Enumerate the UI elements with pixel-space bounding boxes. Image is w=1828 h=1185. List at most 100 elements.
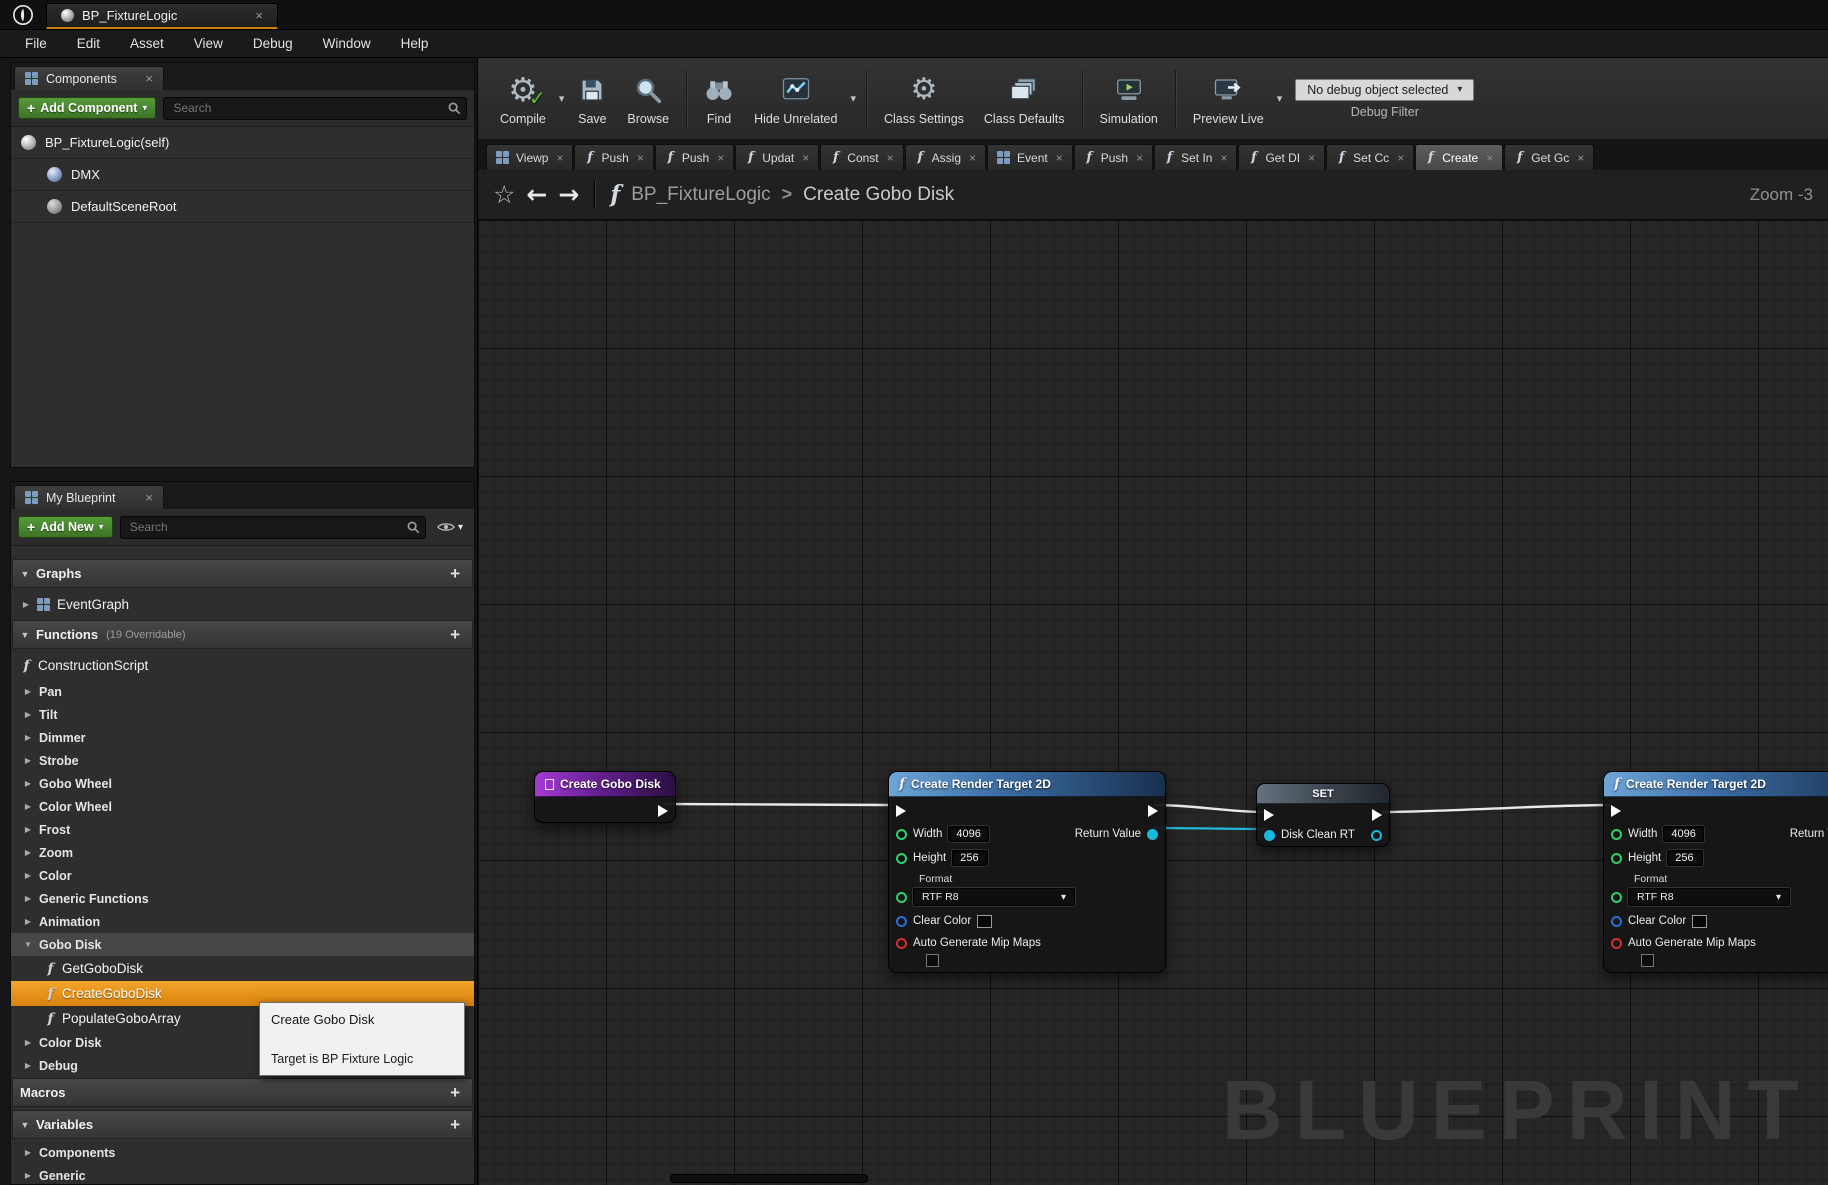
section-variables[interactable]: ▼ Variables + <box>12 1110 473 1139</box>
add-macro-icon[interactable]: + <box>445 1084 465 1101</box>
close-icon[interactable]: × <box>802 151 809 165</box>
preview-live-button[interactable]: Preview Live <box>1183 67 1274 131</box>
menu-window[interactable]: Window <box>308 30 386 57</box>
graph-tab-viewport[interactable]: Viewp × <box>486 144 573 170</box>
graph-tab-push-3[interactable]: fPush× <box>1074 144 1153 170</box>
category-tilt[interactable]: ▶Tilt <box>11 703 474 726</box>
tree-item-defaultsceneroot[interactable]: DefaultSceneRoot <box>11 191 474 223</box>
horizontal-scrollbar[interactable] <box>670 1174 868 1183</box>
category-color-wheel[interactable]: ▶Color Wheel <box>11 795 474 818</box>
category-frost[interactable]: ▶Frost <box>11 818 474 841</box>
add-variable-icon[interactable]: + <box>445 1116 465 1133</box>
section-functions[interactable]: ▼ Functions (19 Overridable) + <box>12 620 473 649</box>
exec-pin-out[interactable] <box>1148 805 1158 817</box>
graph-tab-event[interactable]: Event × <box>987 144 1073 170</box>
category-gobo-wheel[interactable]: ▶Gobo Wheel <box>11 772 474 795</box>
pin-height[interactable] <box>1611 853 1622 864</box>
forward-arrow-icon[interactable]: → <box>558 182 579 207</box>
graph-tab-get-di[interactable]: fGet DI× <box>1238 144 1325 170</box>
width-value-input[interactable]: 4096 <box>948 826 988 842</box>
close-icon[interactable]: × <box>1308 151 1315 165</box>
section-graphs[interactable]: ▼ Graphs + <box>12 559 473 588</box>
menu-edit[interactable]: Edit <box>62 30 115 57</box>
clear-color-swatch[interactable] <box>977 915 992 928</box>
expand-arrow-icon[interactable]: ▶ <box>21 600 31 609</box>
blueprint-graph-canvas[interactable]: Create Gobo Disk f Create Render Target … <box>478 220 1828 1185</box>
back-arrow-icon[interactable]: ← <box>526 182 547 207</box>
menu-view[interactable]: View <box>179 30 238 57</box>
pin-auto-generate-mip-maps[interactable] <box>1611 938 1622 949</box>
item-eventgraph[interactable]: ▶ EventGraph <box>11 590 474 619</box>
components-search-input[interactable] <box>163 97 467 120</box>
close-icon[interactable]: × <box>887 151 894 165</box>
add-function-icon[interactable]: + <box>445 626 465 643</box>
pin-return-value[interactable] <box>1147 829 1158 840</box>
graph-tab-get-g[interactable]: fGet Gc× <box>1504 144 1594 170</box>
category-strobe[interactable]: ▶Strobe <box>11 749 474 772</box>
find-button[interactable]: Find <box>694 67 744 131</box>
close-icon[interactable]: × <box>1136 151 1143 165</box>
graph-tab-set-cc[interactable]: fSet Cc× <box>1326 144 1414 170</box>
close-icon[interactable]: × <box>255 8 263 23</box>
tab-my-blueprint[interactable]: My Blueprint × <box>14 485 164 509</box>
close-icon[interactable]: × <box>1486 151 1493 165</box>
node-header[interactable]: SET <box>1257 784 1389 804</box>
hide-unrelated-options-dropdown[interactable]: ▾ <box>847 92 859 105</box>
add-graph-icon[interactable]: + <box>445 565 465 582</box>
preview-live-options-dropdown[interactable]: ▾ <box>1274 92 1286 105</box>
node-create-render-target-2d-2[interactable]: f Create Render Target 2D Width 4096 Ret… <box>1603 771 1828 973</box>
category-dimmer[interactable]: ▶Dimmer <box>11 726 474 749</box>
graph-tab-construct[interactable]: fConst× <box>820 144 903 170</box>
close-icon[interactable]: × <box>1577 151 1584 165</box>
category-components[interactable]: ▶Components <box>11 1141 474 1164</box>
category-color[interactable]: ▶Color <box>11 864 474 887</box>
exec-pin-in[interactable] <box>896 805 906 817</box>
close-icon[interactable]: × <box>145 490 153 505</box>
close-icon[interactable]: × <box>556 151 563 165</box>
pin-clear-color[interactable] <box>1611 916 1622 927</box>
pin-format[interactable] <box>1611 892 1622 903</box>
item-constructionscript[interactable]: f ConstructionScript <box>11 651 474 680</box>
height-value-input[interactable]: 256 <box>1667 850 1703 866</box>
node-header[interactable]: f Create Render Target 2D <box>889 772 1165 797</box>
tree-item-dmx[interactable]: DMX <box>11 159 474 191</box>
height-value-input[interactable]: 256 <box>952 850 988 866</box>
bookmark-star-icon[interactable]: ☆ <box>493 180 515 209</box>
function-getgobodisk[interactable]: f GetGoboDisk <box>11 956 474 981</box>
menu-asset[interactable]: Asset <box>115 30 179 57</box>
graph-tab-assign[interactable]: fAssig× <box>905 144 986 170</box>
save-button[interactable]: Save <box>567 67 617 131</box>
close-icon[interactable]: × <box>1220 151 1227 165</box>
asset-tab-bp-fixturelogic[interactable]: BP_FixtureLogic × <box>46 3 278 29</box>
node-create-render-target-2d-1[interactable]: f Create Render Target 2D Width 4096 Ret… <box>888 771 1166 973</box>
exec-pin-in[interactable] <box>1611 805 1621 817</box>
pin-output-value[interactable] <box>1371 830 1382 841</box>
category-animation[interactable]: ▶Animation <box>11 910 474 933</box>
compile-options-dropdown[interactable]: ▾ <box>556 92 568 105</box>
category-gobo-disk[interactable]: ▼Gobo Disk <box>11 933 474 956</box>
close-icon[interactable]: × <box>1056 151 1063 165</box>
node-create-gobo-disk[interactable]: Create Gobo Disk <box>534 771 676 823</box>
graph-tab-push-2[interactable]: fPush× <box>655 144 734 170</box>
graph-tab-create[interactable]: fCreate× <box>1415 144 1503 170</box>
mip-maps-checkbox[interactable] <box>1641 954 1654 967</box>
add-new-button[interactable]: + Add New ▾ <box>18 516 113 538</box>
width-value-input[interactable]: 4096 <box>1663 826 1703 842</box>
pin-clear-color[interactable] <box>896 916 907 927</box>
close-icon[interactable]: × <box>1397 151 1404 165</box>
close-icon[interactable]: × <box>717 151 724 165</box>
exec-pin-in[interactable] <box>1264 809 1274 821</box>
tree-item-self[interactable]: BP_FixtureLogic(self) <box>11 127 474 159</box>
graph-tab-set-in[interactable]: fSet In× <box>1154 144 1237 170</box>
node-header[interactable]: f Create Render Target 2D <box>1604 772 1828 797</box>
graph-tab-update[interactable]: fUpdat× <box>735 144 819 170</box>
pin-auto-generate-mip-maps[interactable] <box>896 938 907 949</box>
close-icon[interactable]: × <box>969 151 976 165</box>
node-set-disk-clean-rt[interactable]: SET Disk Clean RT <box>1256 783 1390 847</box>
node-header[interactable]: Create Gobo Disk <box>535 772 675 797</box>
exec-pin-out[interactable] <box>1372 809 1382 821</box>
menu-help[interactable]: Help <box>386 30 444 57</box>
class-defaults-button[interactable]: Class Defaults <box>974 67 1075 131</box>
browse-button[interactable]: Browse <box>617 67 679 131</box>
pin-format[interactable] <box>896 892 907 903</box>
